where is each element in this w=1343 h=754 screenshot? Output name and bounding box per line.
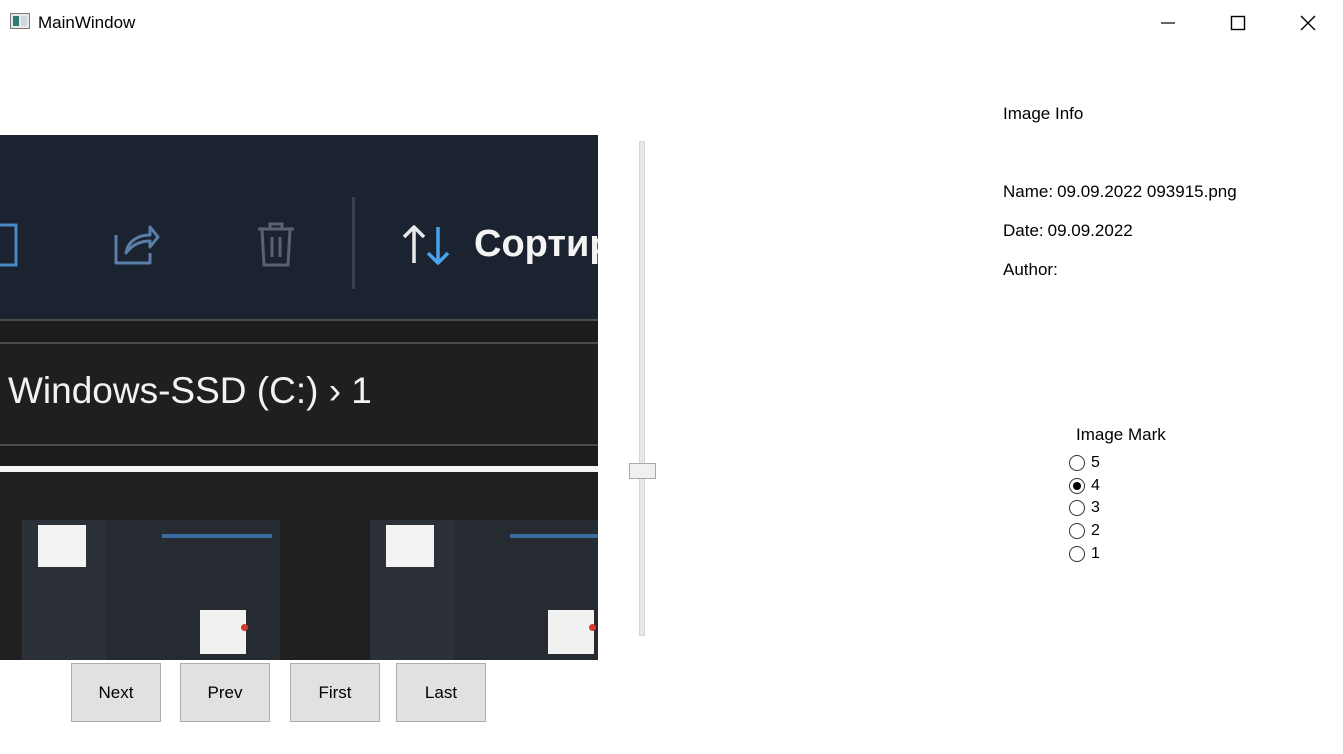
divider — [0, 342, 598, 344]
zoom-slider-track[interactable] — [639, 141, 645, 636]
first-button[interactable]: First — [290, 663, 380, 722]
last-button[interactable]: Last — [396, 663, 486, 722]
app-icon — [10, 13, 30, 29]
divider — [0, 319, 598, 321]
sort-label: Сортиро — [474, 223, 598, 265]
sort-icon — [402, 225, 450, 265]
close-button[interactable] — [1273, 0, 1343, 46]
mark-radio-1[interactable]: 1 — [1069, 543, 1100, 565]
radio-button[interactable] — [1069, 455, 1085, 471]
thumbnail — [22, 520, 280, 660]
radio-label: 2 — [1091, 522, 1100, 539]
minimize-icon — [1161, 22, 1175, 24]
radio-label: 5 — [1091, 454, 1100, 471]
mark-radio-4[interactable]: 4 — [1069, 475, 1100, 497]
radio-button[interactable] — [1069, 523, 1085, 539]
title-bar: MainWindow — [0, 0, 1343, 46]
image-name-row: Name: 09.09.2022 093915.png — [1003, 182, 1237, 202]
author-label: Author: — [1003, 260, 1058, 279]
minimize-button[interactable] — [1133, 0, 1203, 46]
date-label: Date: — [1003, 221, 1044, 240]
image-info-heading: Image Info — [1003, 104, 1084, 123]
share-icon — [114, 225, 160, 265]
close-icon — [1300, 15, 1316, 31]
maximize-button[interactable] — [1203, 0, 1273, 46]
radio-button[interactable] — [1069, 500, 1085, 516]
radio-button[interactable] — [1069, 546, 1085, 562]
thumbnail-strip — [0, 472, 598, 660]
image-date-row: Date: 09.09.2022 — [1003, 221, 1133, 241]
mark-radio-2[interactable]: 2 — [1069, 520, 1100, 542]
image-mark-title: Image Mark — [1076, 425, 1166, 444]
mark-radio-5[interactable]: 5 — [1069, 452, 1100, 474]
prev-button[interactable]: Prev — [180, 663, 270, 722]
toolbar-separator — [352, 197, 355, 289]
radio-label: 3 — [1091, 499, 1100, 516]
mark-radio-3[interactable]: 3 — [1069, 497, 1100, 519]
radio-label: 4 — [1091, 477, 1100, 494]
radio-button[interactable] — [1069, 478, 1085, 494]
name-value: 09.09.2022 093915.png — [1057, 182, 1237, 201]
name-label: Name: — [1003, 182, 1054, 201]
address-path: Windows-SSD (C:) › 1 — [8, 370, 372, 411]
image-author-row: Author: — [1003, 260, 1062, 280]
window-title: MainWindow — [38, 13, 136, 32]
divider — [0, 444, 598, 446]
radio-label: 1 — [1091, 545, 1100, 562]
date-value: 09.09.2022 — [1047, 221, 1133, 240]
delete-icon — [258, 222, 294, 267]
image-viewer: Сортиро Windows-SSD (C:) › 1 — [0, 135, 598, 660]
next-button[interactable]: Next — [71, 663, 161, 722]
thumbnail — [370, 520, 598, 660]
maximize-icon — [1230, 15, 1246, 31]
image-toolbar-area: Сортиро — [0, 135, 598, 321]
zoom-slider-thumb[interactable] — [629, 463, 656, 479]
frame-icon — [0, 223, 18, 267]
